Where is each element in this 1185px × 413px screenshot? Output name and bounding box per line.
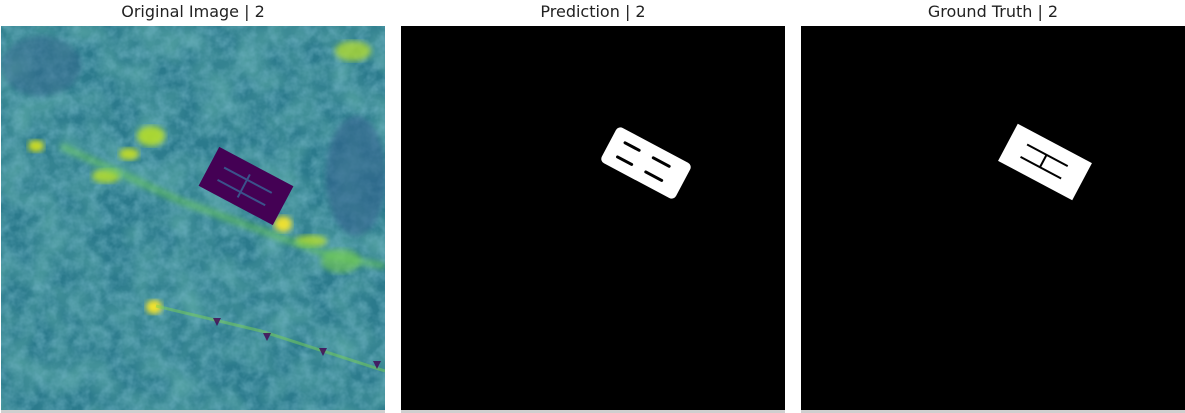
original-image-title: Original Image | 2 bbox=[121, 2, 265, 21]
prediction-panel bbox=[401, 26, 785, 410]
ground-truth-panel bbox=[801, 26, 1185, 410]
ground-truth-mask bbox=[801, 26, 1185, 410]
prediction-mask bbox=[401, 26, 785, 410]
original-image-panel bbox=[1, 26, 385, 410]
prediction-title: Prediction | 2 bbox=[540, 2, 646, 21]
original-image bbox=[1, 26, 385, 410]
ground-truth-title: Ground Truth | 2 bbox=[927, 2, 1059, 21]
